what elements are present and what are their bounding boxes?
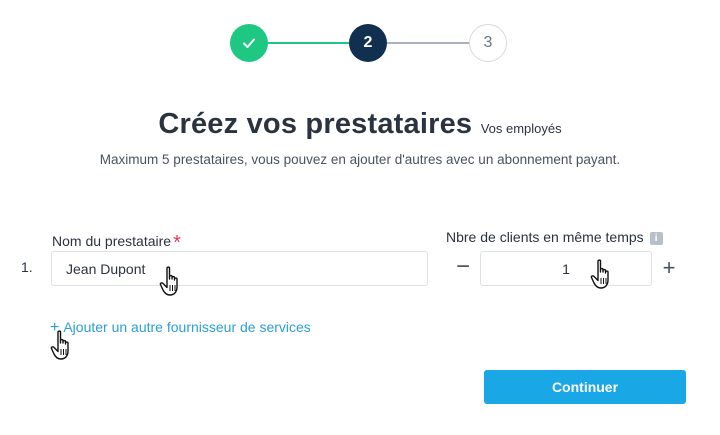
page-header: Créez vos prestataires Vos employés <box>0 108 720 141</box>
page-subtitle: Vos employés <box>480 121 562 136</box>
provider-name-label-text: Nom du prestataire <box>52 233 172 249</box>
stepper-connector-completed <box>268 42 349 44</box>
limit-info-text: Maximum 5 prestataires, vous pouvez en a… <box>99 152 621 167</box>
concurrent-clients-label-text: Nbre de clients en même temps <box>446 229 644 245</box>
step-2-active[interactable]: 2 <box>349 24 387 62</box>
step-3-upcoming[interactable]: 3 <box>469 24 507 62</box>
row-index: 1. <box>21 259 33 275</box>
increment-button[interactable]: + <box>658 256 680 280</box>
check-icon <box>243 38 255 48</box>
info-icon[interactable]: i <box>649 232 663 245</box>
add-provider-link-text: Ajouter un autre fournisseur de services <box>63 319 311 335</box>
provider-name-label: Nom du prestataire * <box>52 229 181 254</box>
add-provider-link[interactable]: + Ajouter un autre fournisseur de service… <box>50 319 311 337</box>
decrement-button[interactable]: − <box>452 255 474 280</box>
concurrent-clients-input[interactable] <box>480 251 652 286</box>
add-plus-icon: + <box>50 319 60 336</box>
stepper-connector <box>387 42 469 44</box>
concurrent-clients-label: Nbre de clients en même temps i <box>446 229 663 245</box>
step-1-completed[interactable] <box>230 24 268 62</box>
page-title: Créez vos prestataires <box>158 108 473 140</box>
stepper: 2 3 <box>0 24 720 64</box>
provider-name-input[interactable] <box>51 251 428 286</box>
continue-button[interactable]: Continuer <box>484 370 686 404</box>
